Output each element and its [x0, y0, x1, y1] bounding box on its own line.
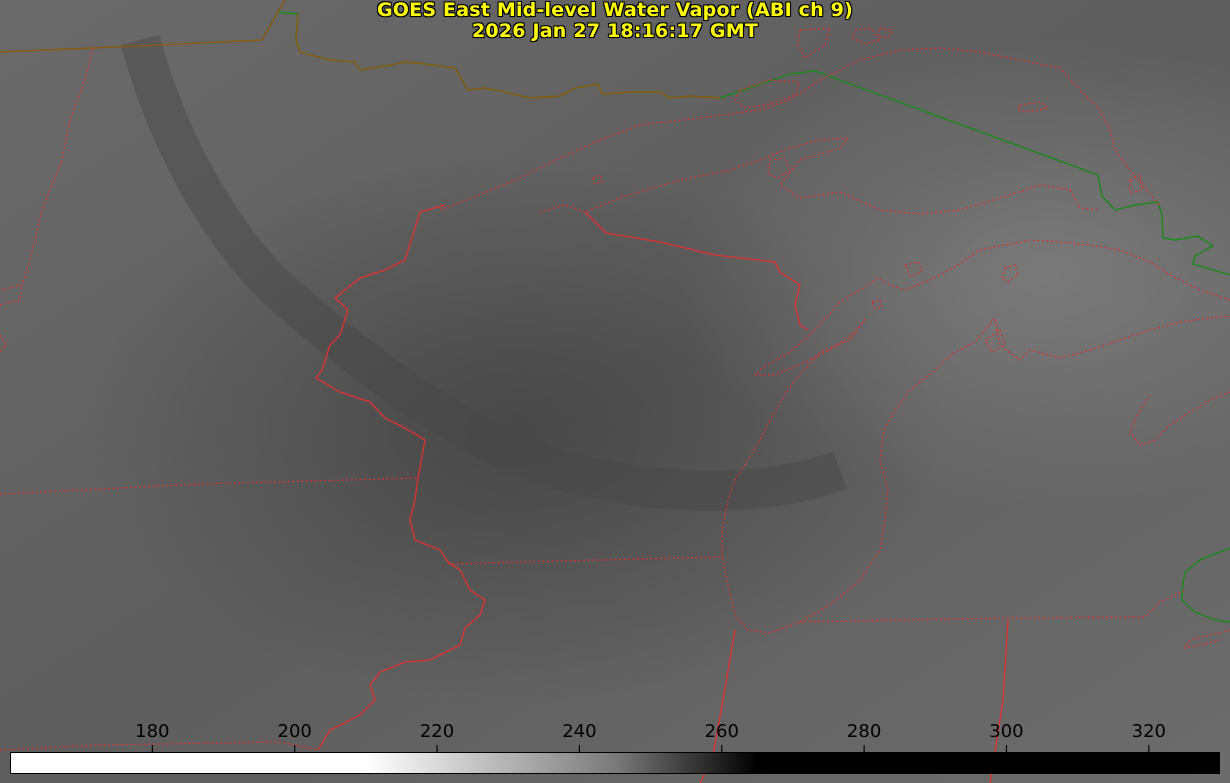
map-title: GOES East Mid-level Water Vapor (ABI ch … — [377, 0, 853, 21]
colorbar-tick-label: 320 — [1131, 721, 1166, 742]
colorbar-tick-label: 180 — [135, 721, 170, 742]
colorbar-tick-label: 240 — [562, 721, 597, 742]
map-timestamp: 2026 Jan 27 18:16:17 GMT — [472, 20, 758, 42]
colorbar-tick-label: 300 — [989, 721, 1024, 742]
colorbar-tick-label: 280 — [846, 721, 882, 742]
colorbar — [10, 752, 1220, 774]
colorbar-tick-label: 220 — [419, 721, 455, 742]
colorbar-tick-label: 260 — [704, 721, 739, 742]
water-vapor-map — [0, 0, 1230, 783]
colorbar-tick-label: 200 — [277, 721, 312, 742]
